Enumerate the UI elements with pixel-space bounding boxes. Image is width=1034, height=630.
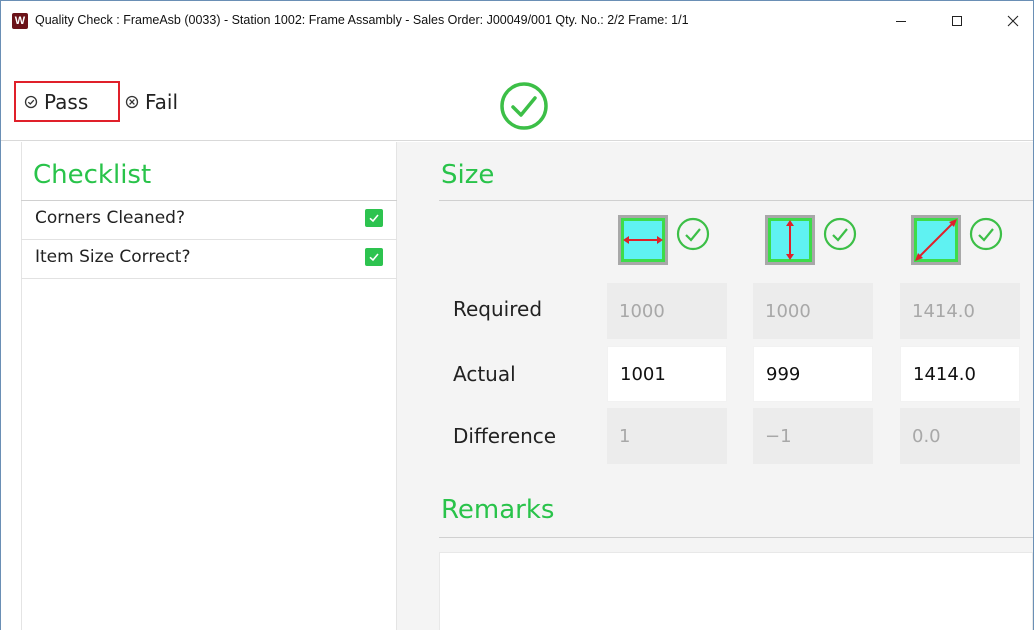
- checklist-item[interactable]: Corners Cleaned?: [21, 201, 397, 240]
- close-button[interactable]: [995, 7, 1031, 35]
- x-circle-icon: [125, 95, 139, 108]
- difference-label: Difference: [453, 424, 557, 448]
- status-pass-icon: [500, 82, 548, 130]
- required-diagonal-field: 1414.0: [900, 283, 1020, 339]
- title-bar[interactable]: W Quality Check : FrameAsb (0033) - Stat…: [1, 1, 1033, 41]
- actual-width-input[interactable]: 1001: [607, 346, 727, 402]
- checklist-item-label: Corners Cleaned?: [35, 208, 185, 228]
- maximize-icon: [952, 16, 962, 26]
- minimize-button[interactable]: [883, 7, 919, 35]
- difference-diagonal-field: 0.0: [900, 408, 1020, 464]
- width-dimension-icon: [618, 215, 710, 265]
- checkbox-checked-icon[interactable]: [365, 248, 383, 266]
- checklist-panel: Checklist Corners Cleaned? Item Size Cor…: [21, 142, 397, 630]
- quality-check-window: W Quality Check : FrameAsb (0033) - Stat…: [0, 0, 1034, 630]
- actual-diagonal-input[interactable]: 1414.0: [900, 346, 1020, 402]
- difference-width-field: 1: [607, 408, 727, 464]
- checklist-item-label: Item Size Correct?: [35, 247, 191, 267]
- check-circle-icon: [24, 95, 38, 108]
- actual-height-input[interactable]: 999: [753, 346, 873, 402]
- minimize-icon: [896, 21, 906, 22]
- divider: [439, 200, 1033, 201]
- remarks-title: Remarks: [441, 495, 555, 525]
- app-logo-icon: W: [12, 13, 28, 29]
- remarks-textarea[interactable]: [439, 552, 1033, 630]
- close-icon: [1007, 15, 1019, 27]
- height-dimension-icon: [765, 215, 857, 265]
- actual-label: Actual: [453, 362, 516, 386]
- checkbox-checked-icon[interactable]: [365, 209, 383, 227]
- pass-button-label: Pass: [44, 89, 89, 114]
- window-title: Quality Check : FrameAsb (0033) - Statio…: [35, 13, 689, 27]
- maximize-button[interactable]: [939, 7, 975, 35]
- checklist-title: Checklist: [33, 160, 152, 190]
- size-title: Size: [441, 160, 495, 190]
- required-width-field: 1000: [607, 283, 727, 339]
- fail-button[interactable]: Fail: [125, 83, 178, 120]
- fail-button-label: Fail: [145, 89, 179, 114]
- required-label: Required: [453, 297, 543, 321]
- divider: [439, 537, 1033, 538]
- difference-height-field: −1: [753, 408, 873, 464]
- pass-button[interactable]: Pass: [14, 81, 120, 122]
- required-height-field: 1000: [753, 283, 873, 339]
- diagonal-dimension-icon: [911, 215, 1003, 265]
- checklist-item[interactable]: Item Size Correct?: [21, 240, 397, 279]
